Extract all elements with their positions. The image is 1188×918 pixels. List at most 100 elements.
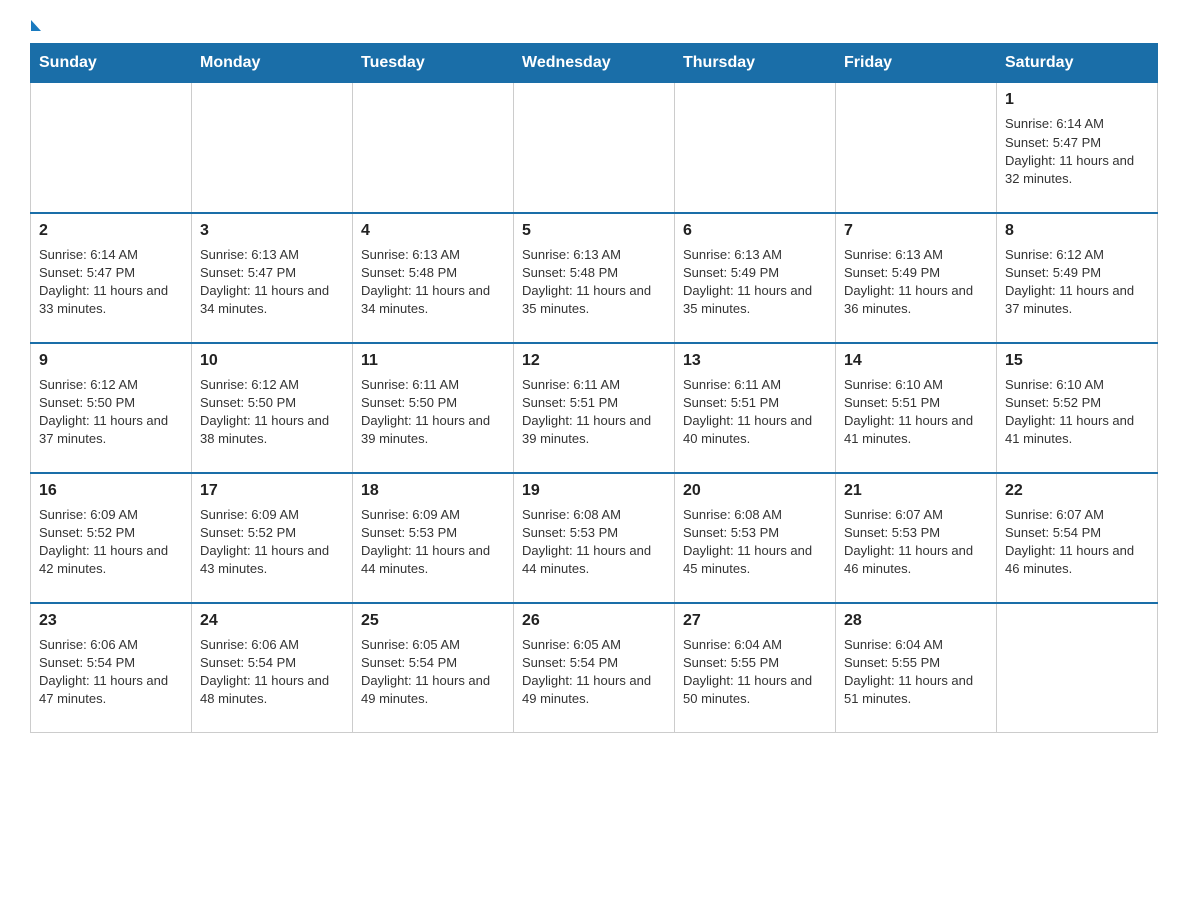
week-row-4: 16 Sunrise: 6:09 AMSunset: 5:52 PMDayligh… [31, 473, 1158, 603]
day-info: Sunrise: 6:13 AMSunset: 5:49 PMDaylight:… [683, 246, 827, 319]
weekday-header-monday: Monday [192, 44, 353, 83]
logo-triangle-icon [31, 20, 41, 31]
day-number: 2 [39, 220, 183, 242]
day-info: Sunrise: 6:05 AMSunset: 5:54 PMDaylight:… [522, 636, 666, 709]
day-number: 7 [844, 220, 988, 242]
weekday-header-friday: Friday [836, 44, 997, 83]
calendar-cell: 25 Sunrise: 6:05 AMSunset: 5:54 PMDayligh… [353, 603, 514, 733]
day-number: 24 [200, 610, 344, 632]
day-info: Sunrise: 6:06 AMSunset: 5:54 PMDaylight:… [200, 636, 344, 709]
day-number: 23 [39, 610, 183, 632]
day-number: 28 [844, 610, 988, 632]
day-number: 26 [522, 610, 666, 632]
calendar-cell: 11Sunrise: 6:11 AMSunset: 5:50 PMDayligh… [353, 343, 514, 473]
calendar-cell: 6 Sunrise: 6:13 AMSunset: 5:49 PMDaylight… [675, 213, 836, 343]
calendar-cell: 3 Sunrise: 6:13 AMSunset: 5:47 PMDaylight… [192, 213, 353, 343]
day-number: 13 [683, 350, 827, 372]
calendar-cell: 10 Sunrise: 6:12 AMSunset: 5:50 PMDayligh… [192, 343, 353, 473]
day-info: Sunrise: 6:13 AMSunset: 5:48 PMDaylight:… [522, 246, 666, 319]
day-number: 5 [522, 220, 666, 242]
calendar-cell [192, 83, 353, 213]
day-number: 3 [200, 220, 344, 242]
day-number: 18 [361, 480, 505, 502]
calendar-cell: 19 Sunrise: 6:08 AMSunset: 5:53 PMDayligh… [514, 473, 675, 603]
day-info: Sunrise: 6:12 AMSunset: 5:50 PMDaylight:… [39, 376, 183, 449]
calendar-cell: 14 Sunrise: 6:10 AMSunset: 5:51 PMDayligh… [836, 343, 997, 473]
day-info: Sunrise: 6:14 AMSunset: 5:47 PMDaylight:… [39, 246, 183, 319]
day-info: Sunrise: 6:09 AMSunset: 5:52 PMDaylight:… [39, 506, 183, 579]
calendar-cell: 7 Sunrise: 6:13 AMSunset: 5:49 PMDaylight… [836, 213, 997, 343]
weekday-header-wednesday: Wednesday [514, 44, 675, 83]
calendar-cell [997, 603, 1158, 733]
calendar-cell: 20 Sunrise: 6:08 AMSunset: 5:53 PMDayligh… [675, 473, 836, 603]
day-info: Sunrise: 6:09 AMSunset: 5:52 PMDaylight:… [200, 506, 344, 579]
day-number: 14 [844, 350, 988, 372]
day-number: 20 [683, 480, 827, 502]
page-header [30, 20, 1158, 33]
weekday-header-tuesday: Tuesday [353, 44, 514, 83]
day-number: 21 [844, 480, 988, 502]
day-number: 16 [39, 480, 183, 502]
day-info: Sunrise: 6:14 AMSunset: 5:47 PMDaylight:… [1005, 115, 1149, 188]
calendar-cell: 9 Sunrise: 6:12 AMSunset: 5:50 PMDaylight… [31, 343, 192, 473]
day-number: 17 [200, 480, 344, 502]
calendar-cell: 13 Sunrise: 6:11 AMSunset: 5:51 PMDayligh… [675, 343, 836, 473]
calendar-cell [836, 83, 997, 213]
day-number: 1 [1005, 89, 1149, 111]
calendar-cell: 23 Sunrise: 6:06 AMSunset: 5:54 PMDayligh… [31, 603, 192, 733]
calendar-cell: 5 Sunrise: 6:13 AMSunset: 5:48 PMDaylight… [514, 213, 675, 343]
day-number: 4 [361, 220, 505, 242]
weekday-header-row: SundayMondayTuesdayWednesdayThursdayFrid… [31, 44, 1158, 83]
day-number: 22 [1005, 480, 1149, 502]
day-number: 25 [361, 610, 505, 632]
day-info: Sunrise: 6:13 AMSunset: 5:49 PMDaylight:… [844, 246, 988, 319]
calendar-cell: 2 Sunrise: 6:14 AMSunset: 5:47 PMDaylight… [31, 213, 192, 343]
day-info: Sunrise: 6:07 AMSunset: 5:53 PMDaylight:… [844, 506, 988, 579]
day-number: 12 [522, 350, 666, 372]
calendar-cell [675, 83, 836, 213]
calendar-cell: 1 Sunrise: 6:14 AMSunset: 5:47 PMDaylight… [997, 83, 1158, 213]
day-number: 27 [683, 610, 827, 632]
calendar-cell: 28 Sunrise: 6:04 AMSunset: 5:55 PMDayligh… [836, 603, 997, 733]
day-info: Sunrise: 6:10 AMSunset: 5:52 PMDaylight:… [1005, 376, 1149, 449]
calendar-cell: 8 Sunrise: 6:12 AMSunset: 5:49 PMDaylight… [997, 213, 1158, 343]
week-row-3: 9 Sunrise: 6:12 AMSunset: 5:50 PMDaylight… [31, 343, 1158, 473]
day-number: 6 [683, 220, 827, 242]
logo [30, 20, 41, 33]
calendar-cell: 21 Sunrise: 6:07 AMSunset: 5:53 PMDayligh… [836, 473, 997, 603]
day-info: Sunrise: 6:13 AMSunset: 5:47 PMDaylight:… [200, 246, 344, 319]
day-number: 19 [522, 480, 666, 502]
day-info: Sunrise: 6:11 AMSunset: 5:51 PMDaylight:… [683, 376, 827, 449]
day-info: Sunrise: 6:04 AMSunset: 5:55 PMDaylight:… [844, 636, 988, 709]
day-info: Sunrise: 6:07 AMSunset: 5:54 PMDaylight:… [1005, 506, 1149, 579]
day-number: 9 [39, 350, 183, 372]
day-info: Sunrise: 6:12 AMSunset: 5:49 PMDaylight:… [1005, 246, 1149, 319]
day-info: Sunrise: 6:05 AMSunset: 5:54 PMDaylight:… [361, 636, 505, 709]
calendar-cell: 27Sunrise: 6:04 AMSunset: 5:55 PMDayligh… [675, 603, 836, 733]
week-row-2: 2 Sunrise: 6:14 AMSunset: 5:47 PMDaylight… [31, 213, 1158, 343]
weekday-header-saturday: Saturday [997, 44, 1158, 83]
weekday-header-sunday: Sunday [31, 44, 192, 83]
week-row-1: 1 Sunrise: 6:14 AMSunset: 5:47 PMDaylight… [31, 83, 1158, 213]
day-info: Sunrise: 6:08 AMSunset: 5:53 PMDaylight:… [683, 506, 827, 579]
day-info: Sunrise: 6:12 AMSunset: 5:50 PMDaylight:… [200, 376, 344, 449]
calendar-cell: 4 Sunrise: 6:13 AMSunset: 5:48 PMDaylight… [353, 213, 514, 343]
day-info: Sunrise: 6:09 AMSunset: 5:53 PMDaylight:… [361, 506, 505, 579]
calendar-cell [353, 83, 514, 213]
calendar-cell: 22 Sunrise: 6:07 AMSunset: 5:54 PMDayligh… [997, 473, 1158, 603]
day-number: 8 [1005, 220, 1149, 242]
calendar-cell: 16 Sunrise: 6:09 AMSunset: 5:52 PMDayligh… [31, 473, 192, 603]
day-number: 10 [200, 350, 344, 372]
day-info: Sunrise: 6:10 AMSunset: 5:51 PMDaylight:… [844, 376, 988, 449]
calendar-table: SundayMondayTuesdayWednesdayThursdayFrid… [30, 43, 1158, 733]
day-info: Sunrise: 6:13 AMSunset: 5:48 PMDaylight:… [361, 246, 505, 319]
day-info: Sunrise: 6:06 AMSunset: 5:54 PMDaylight:… [39, 636, 183, 709]
day-info: Sunrise: 6:08 AMSunset: 5:53 PMDaylight:… [522, 506, 666, 579]
calendar-cell: 26 Sunrise: 6:05 AMSunset: 5:54 PMDayligh… [514, 603, 675, 733]
calendar-cell [31, 83, 192, 213]
calendar-cell: 18 Sunrise: 6:09 AMSunset: 5:53 PMDayligh… [353, 473, 514, 603]
week-row-5: 23 Sunrise: 6:06 AMSunset: 5:54 PMDayligh… [31, 603, 1158, 733]
day-number: 11 [361, 350, 505, 372]
day-number: 15 [1005, 350, 1149, 372]
calendar-cell: 17 Sunrise: 6:09 AMSunset: 5:52 PMDayligh… [192, 473, 353, 603]
